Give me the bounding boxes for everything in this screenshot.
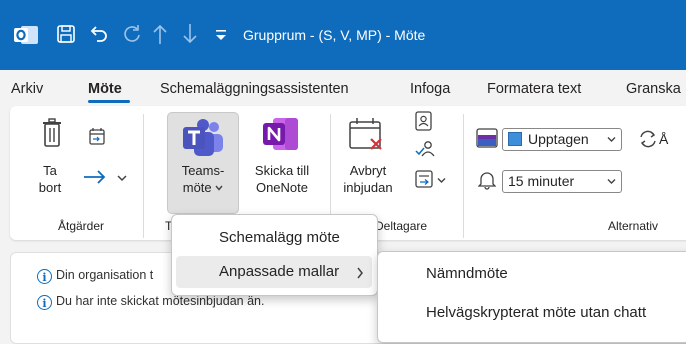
info-text-organisation: Din organisation t [56, 268, 154, 282]
tab-granska[interactable]: Granska [626, 81, 681, 97]
teams-meeting-menu: Schemalägg möte Anpassade mallar [171, 214, 378, 296]
group-separator [463, 114, 464, 238]
time-zones-icon[interactable] [638, 130, 658, 148]
response-options-icon[interactable] [415, 170, 433, 188]
custom-templates-submenu: Nämndmöte Helvägskrypterat möte utan cha… [377, 251, 686, 343]
teams-button-label: Teams- möte [168, 162, 238, 196]
info-icon: i [37, 269, 52, 284]
menu-item-schedule-meeting[interactable]: Schemalägg möte [219, 229, 340, 246]
teams-icon [183, 119, 223, 156]
calendar-icon[interactable] [89, 128, 105, 145]
forward-arrow-icon[interactable] [83, 169, 107, 185]
info-text-not-sent: Du har inte skickat mötesinbjudan än. [56, 294, 265, 308]
show-as-value: Upptagen [528, 131, 589, 147]
tab-mote[interactable]: Möte [88, 81, 122, 97]
cancel-label-line2: inbjudan [343, 180, 393, 195]
arrow-down-icon[interactable] [182, 23, 198, 45]
delete-label-line2: bort [38, 180, 62, 195]
chevron-down-icon [607, 179, 616, 184]
cancel-label-line1: Avbryt [349, 163, 387, 178]
address-book-icon[interactable] [415, 111, 432, 131]
arrow-up-icon[interactable] [152, 23, 168, 45]
group-label-attendees: Deltagare [375, 219, 428, 233]
reminder-dropdown[interactable]: 15 minuter [502, 170, 622, 193]
info-row-organisation: i Din organisation t [37, 268, 153, 284]
group-separator [143, 114, 144, 238]
show-as-icon [476, 128, 498, 148]
delete-icon[interactable] [41, 118, 63, 148]
teams-label-line2: möte [182, 180, 212, 195]
teams-label-line1: Teams- [181, 163, 225, 178]
active-tab-indicator [88, 100, 130, 103]
menu-item-custom-templates[interactable]: Anpassade mallar [219, 263, 339, 280]
group-label-options: Alternativ [608, 219, 659, 233]
cancel-invitation-icon[interactable] [347, 117, 387, 155]
cancel-invitation-button[interactable]: Avbryt inbjudan [338, 162, 398, 196]
submenu-item-namndmote[interactable]: Nämndmöte [426, 265, 508, 282]
onenote-label-line1: Skicka till [254, 163, 310, 178]
title-bar: Grupprum - (S, V, MP) - Möte [0, 0, 686, 70]
busy-color-swatch [508, 132, 522, 146]
info-row-not-sent: i Du har inte skickat mötesinbjudan än. [37, 294, 264, 310]
partial-options-label[interactable]: Å [659, 131, 668, 147]
tab-formatera-text[interactable]: Formatera text [487, 81, 581, 97]
tab-schemalaggningsassistenten[interactable]: Schemaläggningsassistenten [160, 81, 349, 97]
delete-label-line1: Ta [43, 163, 57, 178]
customize-toolbar-icon[interactable] [214, 29, 228, 41]
onenote-label-line2: OneNote [255, 180, 309, 195]
save-icon[interactable] [56, 24, 76, 44]
send-to-onenote-button[interactable]: Skicka till OneNote [247, 162, 317, 196]
info-icon: i [37, 295, 52, 310]
show-as-dropdown[interactable]: Upptagen [502, 128, 622, 151]
reminder-bell-icon [478, 172, 496, 190]
tab-arkiv[interactable]: Arkiv [11, 81, 43, 97]
group-label-actions: Åtgärder [58, 219, 105, 233]
undo-icon[interactable] [88, 24, 110, 44]
tab-infoga[interactable]: Infoga [410, 81, 450, 97]
delete-button-label[interactable]: Ta bort [35, 162, 65, 196]
outlook-app-icon [14, 26, 38, 44]
chevron-down-icon [215, 185, 223, 191]
reminder-value: 15 minuter [508, 173, 575, 189]
chevron-down-icon[interactable] [437, 177, 446, 184]
check-names-icon[interactable] [415, 140, 435, 158]
submenu-item-encrypted-meeting[interactable]: Helvägskrypterat möte utan chatt [426, 304, 646, 321]
onenote-icon[interactable] [263, 117, 299, 151]
teams-meeting-button[interactable]: Teams- möte [167, 112, 239, 214]
redo-icon[interactable] [122, 24, 142, 44]
chevron-down-icon[interactable] [117, 174, 127, 182]
window-title: Grupprum - (S, V, MP) - Möte [243, 27, 426, 43]
chevron-right-icon [357, 267, 363, 279]
chevron-down-icon [607, 137, 616, 142]
